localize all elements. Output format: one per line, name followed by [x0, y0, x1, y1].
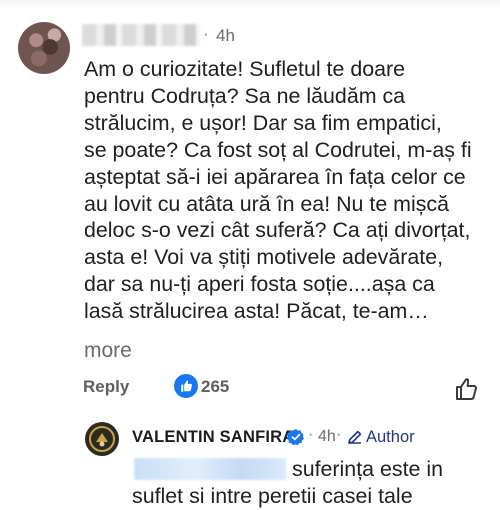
reply-line: suflet si intre peretii casei tale: [132, 483, 413, 508]
top-shadow: [0, 0, 500, 8]
pencil-icon: [346, 428, 364, 446]
author-badge: Author: [366, 428, 415, 446]
verified-check-icon: [286, 428, 305, 446]
commenter-avatar[interactable]: [18, 22, 70, 74]
comment-line: asta e! Voi va știți motivele adevărate,: [84, 245, 444, 270]
thumbs-up-outline-icon[interactable]: [452, 374, 482, 404]
comment-line: dar sa nu-ți aperi fosta soție....așa ca: [84, 272, 435, 297]
see-more-link[interactable]: more: [84, 339, 132, 363]
reply-timestamp[interactable]: 4h: [318, 428, 336, 446]
comment-line: pentru Codruța? Sa ne lăudăm ca: [84, 83, 406, 108]
reply-body: suferința este in suflet si intre pereti…: [132, 456, 492, 510]
comment-line: se poate? Ca fost soț al Codrutei, m-aș …: [84, 137, 472, 162]
reply-author-avatar[interactable]: [85, 422, 119, 456]
comment-line: strălucim, e ușor! Dar sa fim empatici,: [84, 110, 442, 135]
meta-separator: ·: [203, 24, 209, 43]
reply-button[interactable]: Reply: [83, 377, 129, 397]
comment-timestamp[interactable]: 4h: [216, 26, 235, 46]
like-count[interactable]: 265: [201, 377, 229, 397]
reply-author-name[interactable]: VALENTIN SANFIRA: [132, 428, 294, 447]
comment-line: au lovit cu atâta ură în ea! Nu te mișcă: [84, 191, 450, 216]
thumbs-up-icon[interactable]: [174, 374, 198, 398]
comment-body: Am o curiozitate! Sufletul te doare pent…: [84, 56, 489, 325]
comment-line: așteptat să-i iei apărarea în fața celor…: [84, 164, 466, 189]
meta-separator: ·: [308, 426, 314, 443]
meta-separator: ·: [336, 426, 342, 443]
comment-line: lasă strălucirea asta! Păcat, te-am…: [84, 299, 429, 324]
comment-line: Am o curiozitate! Sufletul te doare: [84, 57, 406, 81]
comment-line: deloc s-o vezi cât suferă? Ca ați divorț…: [84, 218, 471, 243]
commenter-name-blurred: [82, 24, 200, 46]
reply-line: suferința este in: [292, 457, 444, 481]
